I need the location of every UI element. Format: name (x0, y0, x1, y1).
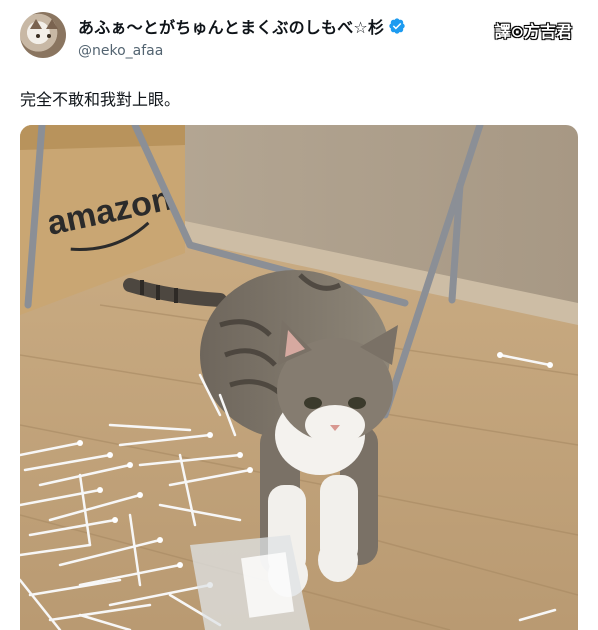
verified-badge-icon (389, 18, 405, 34)
tweet-text: 完全不敢和我對上眼。 (20, 90, 181, 109)
author-handle[interactable]: @neko_afaa (78, 43, 406, 59)
display-name-text[interactable]: あふぁ〜とがちゅんとまくぶのしもべ☆杉 (78, 14, 384, 38)
author-names: あふぁ〜とがちゅんとまくぶのしもべ☆杉 @neko_afaa (78, 14, 406, 59)
author-avatar[interactable] (20, 12, 66, 58)
tweet-photo[interactable]: amazon (20, 125, 578, 630)
cat-photo-image: amazon (20, 125, 578, 630)
author-display-name[interactable]: あふぁ〜とがちゅんとまくぶのしもべ☆杉 (78, 14, 406, 38)
translator-watermark: 譯⊙方吉君 (494, 22, 572, 41)
tweet-header: あふぁ〜とがちゅんとまくぶのしもべ☆杉 @neko_afaa 譯⊙方吉君 (20, 12, 580, 62)
